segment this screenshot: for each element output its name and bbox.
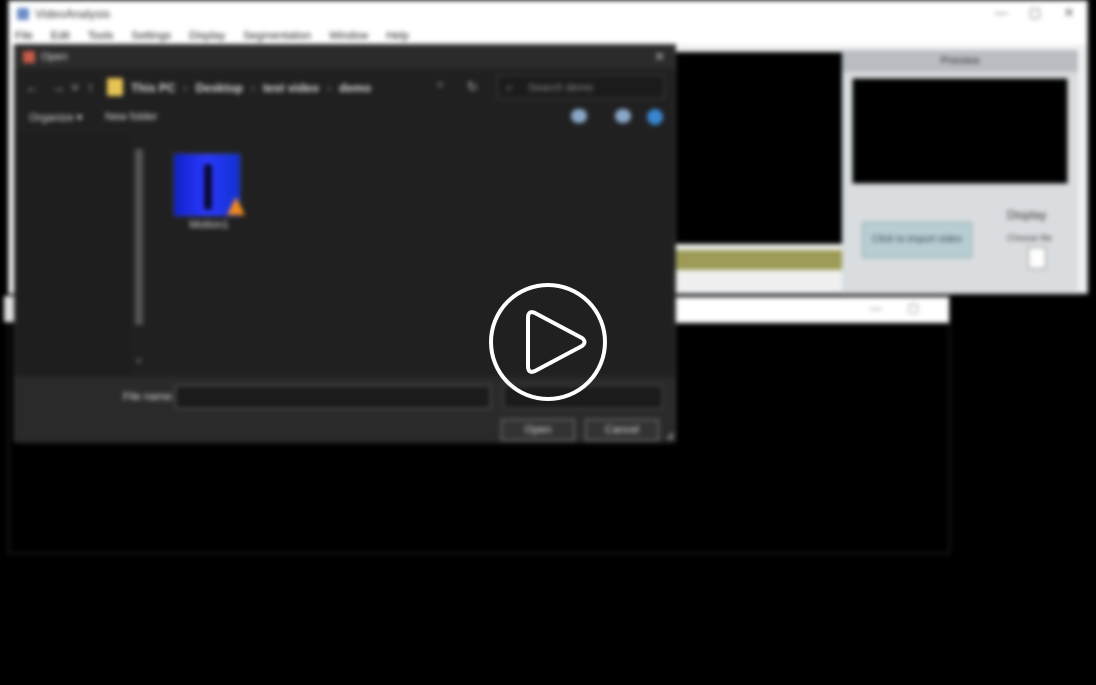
view-options-icon[interactable] bbox=[571, 109, 587, 123]
breadcrumb-separator: › bbox=[251, 81, 256, 95]
thumbnail-figure bbox=[204, 164, 212, 210]
breadcrumb-desktop[interactable]: Desktop bbox=[196, 81, 243, 95]
video-seek-bar[interactable] bbox=[670, 250, 842, 270]
address-dropdown-icon[interactable]: ˅ bbox=[437, 80, 443, 92]
dialog-close-button[interactable]: ✕ bbox=[654, 49, 665, 65]
video-display-area bbox=[670, 52, 842, 244]
window-controls: — ▢ ✕ bbox=[991, 5, 1079, 21]
menu-display[interactable]: Display bbox=[189, 27, 225, 45]
menu-edit[interactable]: Edit bbox=[51, 27, 70, 45]
resize-grip-icon[interactable]: ◢ bbox=[666, 430, 673, 441]
preview-canvas bbox=[852, 78, 1068, 184]
breadcrumb-this-pc[interactable]: This PC bbox=[131, 81, 176, 95]
scroll-down-icon[interactable]: ▼ bbox=[135, 357, 143, 366]
vlc-cone-icon bbox=[227, 197, 245, 215]
dialog-app-icon bbox=[23, 51, 35, 63]
file-icon[interactable] bbox=[1028, 247, 1046, 269]
menu-segmentation[interactable]: Segmentation bbox=[243, 27, 311, 45]
menu-tools[interactable]: Tools bbox=[88, 27, 114, 45]
minimize-button[interactable]: — bbox=[991, 5, 1011, 21]
recent-locations-icon[interactable]: ˅ bbox=[71, 79, 79, 95]
window-edge bbox=[4, 296, 14, 322]
refresh-icon[interactable]: ↻ bbox=[467, 79, 478, 95]
dialog-address-row: ← → ˅ ↑ This PC › Desktop › test video ›… bbox=[15, 73, 675, 103]
secondary-titlebar: — ▢ bbox=[673, 297, 949, 323]
search-input[interactable] bbox=[526, 79, 660, 97]
breadcrumb-separator: › bbox=[327, 81, 332, 95]
display-label: Display bbox=[1007, 208, 1047, 222]
display-sub-label: Choose file bbox=[1007, 233, 1053, 243]
play-icon[interactable] bbox=[488, 282, 608, 402]
file-item-motion1[interactable]: Motion1 bbox=[171, 151, 247, 237]
import-video-button[interactable]: Click to import video bbox=[862, 222, 972, 258]
help-icon[interactable] bbox=[647, 109, 663, 125]
search-icon: ⌕ bbox=[506, 80, 513, 94]
folder-icon bbox=[107, 78, 123, 96]
file-name-input[interactable] bbox=[175, 385, 491, 409]
preview-panel: Preview Click to import video Display Ch… bbox=[842, 50, 1078, 294]
scrollbar-thumb[interactable] bbox=[135, 149, 143, 325]
close-button[interactable]: ✕ bbox=[1059, 5, 1079, 21]
open-button[interactable]: Open bbox=[501, 419, 575, 441]
app-menubar: File Edit Tools Settings Display Segment… bbox=[9, 27, 1087, 45]
app-titlebar: VideoAnalysis — ▢ ✕ bbox=[9, 1, 1087, 27]
secondary-window-controls: — ▢ bbox=[870, 301, 919, 315]
dialog-titlebar: Open ✕ bbox=[15, 45, 675, 69]
secondary-maximize-button[interactable]: ▢ bbox=[908, 301, 919, 315]
breadcrumb-test-video[interactable]: test video bbox=[263, 81, 319, 95]
new-folder-button[interactable]: New folder bbox=[105, 111, 158, 123]
maximize-button[interactable]: ▢ bbox=[1025, 5, 1045, 21]
navigation-pane bbox=[15, 133, 131, 377]
navigation-scrollbar[interactable]: ▼ bbox=[133, 141, 145, 373]
up-arrow-icon[interactable]: ↑ bbox=[87, 79, 94, 95]
breadcrumb-separator: › bbox=[183, 81, 188, 95]
organize-button[interactable]: Organize ▾ bbox=[29, 111, 82, 124]
back-arrow-icon[interactable]: ← bbox=[25, 79, 39, 95]
app-title: VideoAnalysis bbox=[35, 7, 111, 21]
search-box[interactable]: ⌕ bbox=[497, 75, 665, 99]
dialog-title: Open bbox=[41, 51, 68, 63]
menu-help[interactable]: Help bbox=[386, 27, 409, 45]
menu-file[interactable]: File bbox=[15, 27, 33, 45]
app-icon bbox=[17, 8, 29, 20]
forward-arrow-icon[interactable]: → bbox=[51, 79, 65, 95]
breadcrumb-demo[interactable]: demo bbox=[339, 81, 371, 95]
cancel-button[interactable]: Cancel bbox=[585, 419, 659, 441]
file-name-label: Motion1 bbox=[189, 219, 229, 231]
secondary-minimize-button[interactable]: — bbox=[870, 301, 882, 315]
file-name-caption: File name: bbox=[123, 391, 175, 403]
menu-settings[interactable]: Settings bbox=[131, 27, 171, 45]
preview-pane-icon[interactable] bbox=[615, 109, 631, 123]
breadcrumb: This PC › Desktop › test video › demo bbox=[131, 81, 371, 95]
panel-header: Preview bbox=[842, 50, 1078, 72]
menu-window[interactable]: Window bbox=[329, 27, 368, 45]
